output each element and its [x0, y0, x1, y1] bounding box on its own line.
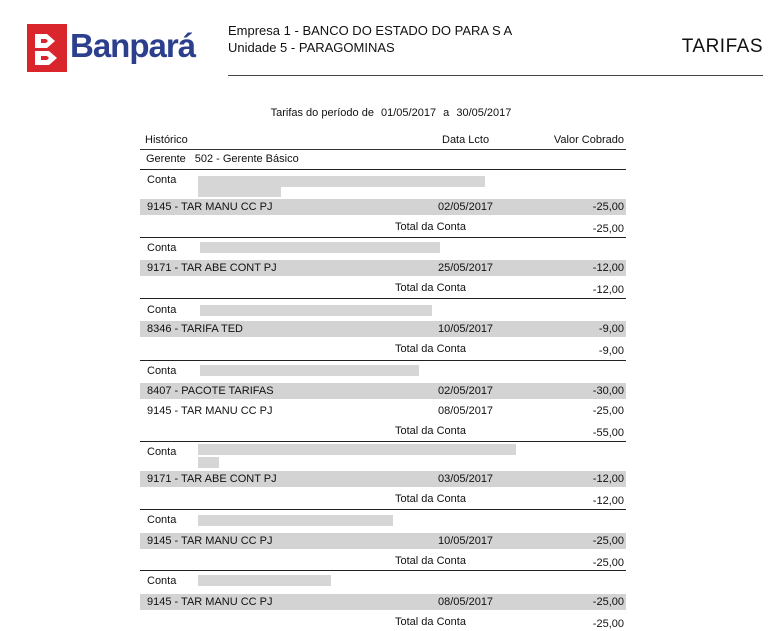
- redacted-account-info: [200, 305, 432, 316]
- transaction-row: 9145 - TAR MANU CC PJ 10/05/2017 -25,00: [140, 533, 626, 549]
- account-divider: [140, 441, 626, 442]
- transaction-date: 02/05/2017: [438, 385, 494, 397]
- table-header: Histórico Data Lcto Valor Cobrado: [140, 133, 626, 150]
- account-label: Conta: [147, 304, 177, 316]
- company-info: Empresa 1 - BANCO DO ESTADO DO PARA S A …: [228, 22, 512, 56]
- account-divider: [140, 570, 626, 571]
- logo-mark-icon: [27, 24, 67, 72]
- tariff-code: 9145 - TAR MANU CC PJ: [147, 405, 273, 417]
- account-total-row: Total da Conta -12,00: [140, 281, 626, 297]
- account-total-row: Total da Conta -25,00: [140, 554, 626, 570]
- transaction-date: 03/05/2017: [438, 473, 494, 485]
- col-historico: Histórico: [145, 134, 188, 146]
- account-divider: [140, 237, 626, 238]
- gerente-value: 502 - Gerente Básico: [194, 153, 299, 165]
- charged-value: -30,00: [592, 385, 624, 397]
- charged-value: -25,00: [592, 535, 624, 547]
- tariff-code: 9145 - TAR MANU CC PJ: [147, 201, 273, 213]
- total-value: -12,00: [592, 495, 624, 507]
- gerente-label: Gerente: [146, 153, 186, 165]
- period-start: 01/05/2017: [381, 107, 437, 119]
- company-label: Empresa 1: [228, 23, 291, 38]
- transaction-date: 08/05/2017: [438, 405, 494, 417]
- brand-name: Banpará: [70, 27, 196, 64]
- transaction-date: 10/05/2017: [438, 535, 494, 547]
- col-data-lcto: Data Lcto: [442, 134, 490, 146]
- total-value: -9,00: [598, 345, 624, 357]
- tariff-code: 8407 - PACOTE TARIFAS: [147, 385, 274, 397]
- account-total-row: Total da Conta -25,00: [140, 615, 626, 631]
- account-label: Conta: [147, 514, 177, 526]
- company-name: BANCO DO ESTADO DO PARA S A: [302, 23, 513, 38]
- transaction-date: 08/05/2017: [438, 596, 494, 608]
- tariff-code: 9171 - TAR ABE CONT PJ: [147, 473, 277, 485]
- tariff-code: 9171 - TAR ABE CONT PJ: [147, 262, 277, 274]
- tariff-code: 9145 - TAR MANU CC PJ: [147, 535, 273, 547]
- redacted-account-info: [198, 186, 281, 197]
- charged-value: -25,00: [592, 405, 624, 417]
- account-label: Conta: [147, 446, 177, 458]
- total-label: Total da Conta: [395, 493, 466, 505]
- transaction-date: 25/05/2017: [438, 262, 494, 274]
- transaction-row: 9145 - TAR MANU CC PJ 08/05/2017 -25,00: [140, 403, 626, 419]
- account-divider: [140, 298, 626, 299]
- total-label: Total da Conta: [395, 555, 466, 567]
- charged-value: -9,00: [598, 323, 624, 335]
- account-divider: [140, 169, 626, 170]
- total-value: -25,00: [592, 557, 624, 569]
- unit-label: Unidade 5: [228, 40, 288, 55]
- redacted-account-info: [200, 242, 440, 253]
- account-total-row: Total da Conta -9,00: [140, 342, 626, 358]
- transaction-row: 9171 - TAR ABE CONT PJ 03/05/2017 -12,00: [140, 471, 626, 487]
- period-prefix: Tarifas do período de: [270, 107, 374, 119]
- total-value: -25,00: [592, 223, 624, 235]
- col-valor-cobrado: Valor Cobrado: [553, 134, 624, 146]
- total-label: Total da Conta: [395, 616, 466, 628]
- total-label: Total da Conta: [395, 221, 466, 233]
- total-value: -55,00: [592, 427, 624, 439]
- transaction-row: 9145 - TAR MANU CC PJ 08/05/2017 -25,00: [140, 594, 626, 610]
- transaction-row: 9171 - TAR ABE CONT PJ 25/05/2017 -12,00: [140, 260, 626, 276]
- redacted-account-info: [198, 444, 516, 455]
- gerente-line: Gerente 502 - Gerente Básico: [146, 153, 299, 165]
- unit-name: PARAGOMINAS: [298, 40, 395, 55]
- charged-value: -12,00: [592, 473, 624, 485]
- total-label: Total da Conta: [395, 343, 466, 355]
- header-divider: [228, 75, 763, 76]
- report-title: TARIFAS: [681, 36, 763, 57]
- redacted-account-info: [200, 365, 419, 376]
- redacted-account-info: [198, 457, 219, 468]
- account-total-row: Total da Conta -12,00: [140, 492, 626, 508]
- account-label: Conta: [147, 174, 177, 186]
- total-value: -12,00: [592, 284, 624, 296]
- redacted-account-info: [198, 575, 331, 586]
- total-value: -25,00: [592, 618, 624, 630]
- transaction-row: 8407 - PACOTE TARIFAS 02/05/2017 -30,00: [140, 383, 626, 399]
- account-divider: [140, 509, 626, 510]
- charged-value: -25,00: [592, 596, 624, 608]
- tariff-code: 8346 - TARIFA TED: [147, 323, 243, 335]
- account-total-row: Total da Conta -25,00: [140, 220, 626, 236]
- redacted-account-info: [198, 515, 393, 526]
- charged-value: -12,00: [592, 262, 624, 274]
- account-label: Conta: [147, 575, 177, 587]
- charged-value: -25,00: [592, 201, 624, 213]
- account-total-row: Total da Conta -55,00: [140, 424, 626, 440]
- period-connector: a: [443, 107, 450, 119]
- total-label: Total da Conta: [395, 282, 466, 294]
- bank-logo: Banpará: [27, 24, 197, 72]
- total-label: Total da Conta: [395, 425, 466, 437]
- transaction-date: 02/05/2017: [438, 201, 494, 213]
- transaction-row: 9145 - TAR MANU CC PJ 02/05/2017 -25,00: [140, 199, 626, 215]
- transaction-date: 10/05/2017: [438, 323, 494, 335]
- account-label: Conta: [147, 242, 177, 254]
- company-line: Empresa 1 - BANCO DO ESTADO DO PARA S A: [228, 23, 513, 38]
- unit-line: Unidade 5 - PARAGOMINAS: [228, 40, 395, 55]
- account-divider: [140, 360, 626, 361]
- period-line: Tarifas do período de 01/05/2017 a 30/05…: [0, 107, 782, 119]
- tariff-code: 9145 - TAR MANU CC PJ: [147, 596, 273, 608]
- transaction-row: 8346 - TARIFA TED 10/05/2017 -9,00: [140, 321, 626, 337]
- period-end: 30/05/2017: [456, 107, 512, 119]
- account-label: Conta: [147, 365, 177, 377]
